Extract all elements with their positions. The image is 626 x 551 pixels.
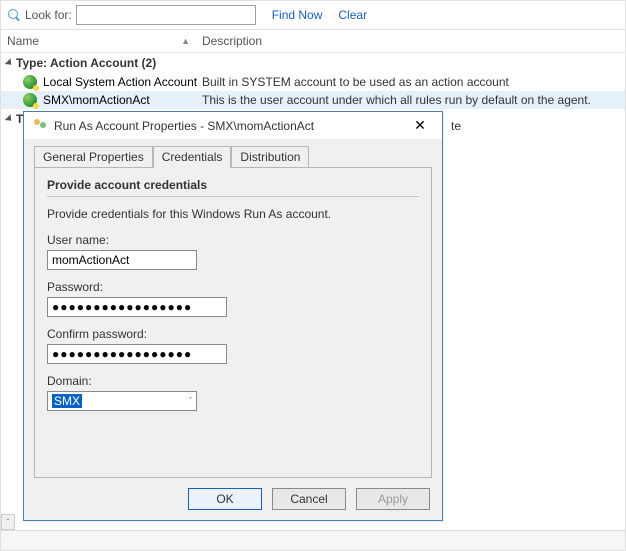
column-description[interactable]: Description: [202, 34, 262, 48]
password-label: Password:: [47, 280, 419, 294]
properties-dialog: Run As Account Properties - SMX\momActio…: [23, 111, 443, 521]
look-for-bar: Look for: Find Now Clear: [1, 1, 625, 30]
row-name: Local System Action Account: [43, 75, 197, 89]
section-heading: Provide account credentials: [47, 178, 419, 197]
domain-value: SMX: [52, 394, 82, 408]
hint-text: Provide credentials for this Windows Run…: [47, 207, 419, 221]
dialog-title: Run As Account Properties - SMX\momActio…: [54, 119, 406, 133]
account-icon: [23, 75, 37, 89]
password-input[interactable]: [47, 297, 227, 317]
clear-link[interactable]: Clear: [338, 8, 367, 22]
domain-combobox[interactable]: SMX ˇ: [47, 391, 197, 411]
look-for-label: Look for:: [25, 8, 72, 22]
account-icon: [23, 93, 37, 107]
cancel-button[interactable]: Cancel: [272, 488, 346, 510]
search-icon: [7, 8, 21, 22]
sort-indicator-icon: ▲: [181, 36, 190, 46]
list-item[interactable]: Local System Action Account Built in SYS…: [1, 73, 625, 91]
row-desc: This is the user account under which all…: [202, 93, 619, 107]
expand-icon: [5, 114, 14, 123]
row-name: SMX\momActionAct: [43, 93, 150, 107]
look-for-input[interactable]: [76, 5, 256, 25]
column-name-label: Name: [7, 34, 39, 48]
tab-distribution[interactable]: Distribution: [231, 146, 309, 168]
username-label: User name:: [47, 233, 419, 247]
find-now-link[interactable]: Find Now: [272, 8, 323, 22]
column-name[interactable]: Name ▲: [7, 34, 202, 48]
ok-button[interactable]: OK: [188, 488, 262, 510]
confirm-password-input[interactable]: [47, 344, 227, 364]
dialog-button-row: OK Cancel Apply: [24, 478, 442, 520]
group-action-account[interactable]: Type: Action Account (2): [1, 53, 625, 73]
list-item[interactable]: SMX\momActionAct This is the user accoun…: [1, 91, 625, 109]
tab-panel-credentials: Provide account credentials Provide cred…: [34, 167, 432, 478]
column-headers: Name ▲ Description: [1, 30, 625, 53]
accounts-icon: [32, 118, 48, 134]
tab-credentials[interactable]: Credentials: [153, 146, 232, 168]
close-button[interactable]: ✕: [406, 117, 434, 134]
scroll-down-button[interactable]: ˇ: [1, 514, 15, 530]
domain-label: Domain:: [47, 374, 419, 388]
group-action-label: Type: Action Account (2): [16, 56, 156, 70]
tab-general[interactable]: General Properties: [34, 146, 153, 168]
tab-strip: General Properties Credentials Distribut…: [24, 139, 442, 167]
expand-icon: [5, 58, 14, 67]
apply-button[interactable]: Apply: [356, 488, 430, 510]
confirm-password-label: Confirm password:: [47, 327, 419, 341]
status-bar: [1, 530, 625, 550]
dialog-titlebar: Run As Account Properties - SMX\momActio…: [24, 112, 442, 139]
username-input[interactable]: [47, 250, 197, 270]
chevron-down-icon: ˇ: [189, 396, 192, 406]
row-desc: Built in SYSTEM account to be used as an…: [202, 75, 619, 89]
